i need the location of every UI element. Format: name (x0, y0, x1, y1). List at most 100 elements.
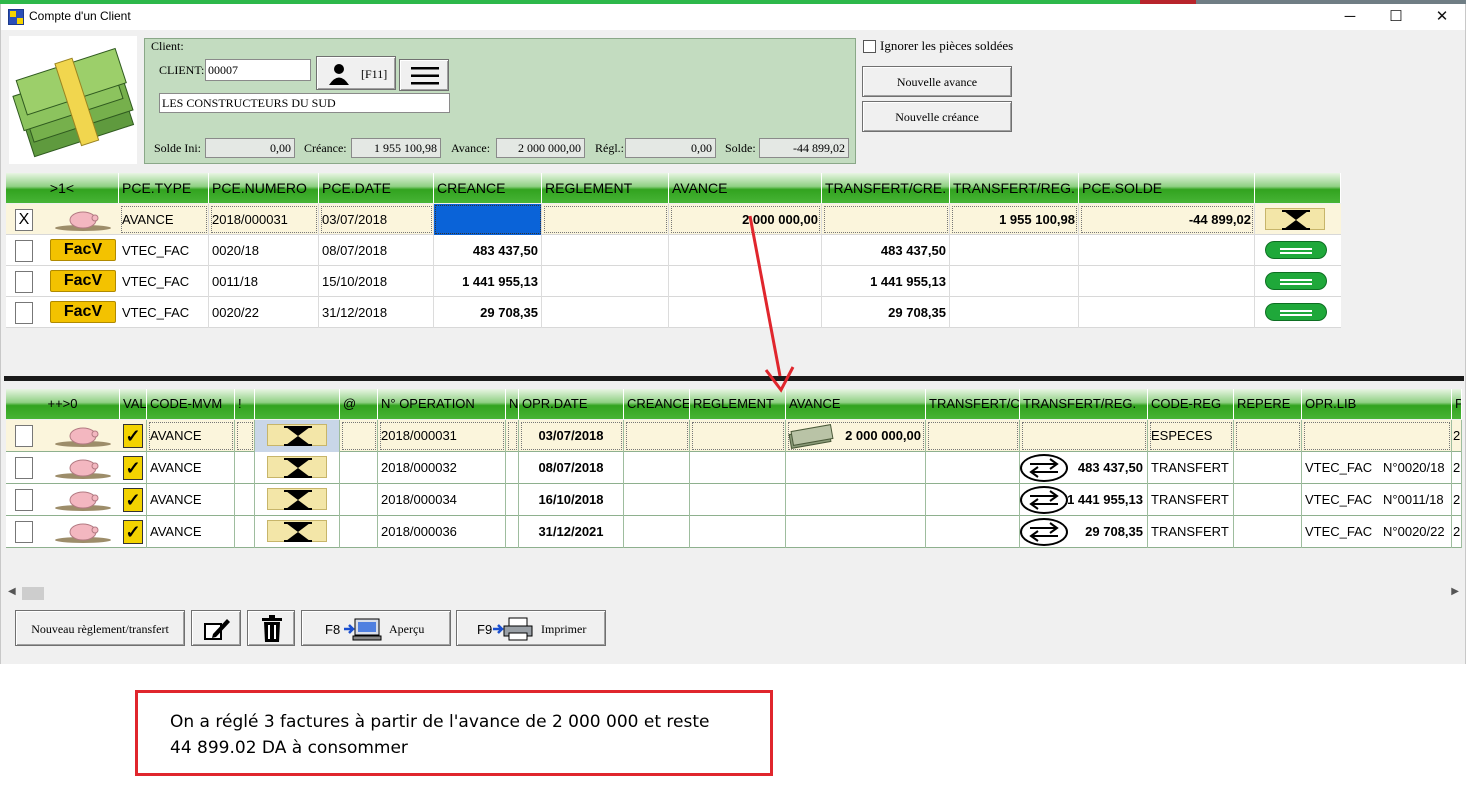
reglement-cell (542, 297, 669, 328)
pieces-row[interactable]: FacV VTEC_FAC 0020/22 31/12/2018 29 708,… (6, 297, 1341, 328)
maximize-button[interactable]: ☐ (1373, 4, 1419, 30)
new-payment-transfer-button[interactable]: Nouveau règlement/transfert (15, 610, 185, 646)
col-pce-numero[interactable]: PCE.NUMERO (209, 173, 319, 203)
creance-total-value: 1 955 100,98 (351, 138, 441, 158)
pieces-row[interactable]: FacV VTEC_FAC 0011/18 15/10/2018 1 441 9… (6, 266, 1341, 297)
col-op-transfert-ci[interactable]: TRANSFERT/CI (926, 389, 1020, 419)
row-select-checkbox[interactable] (15, 521, 33, 543)
col-select[interactable]: >1< (6, 173, 119, 203)
col-n-operation[interactable]: N° OPERATION (378, 389, 506, 419)
delete-button[interactable] (247, 610, 295, 646)
row-select-checkbox[interactable] (15, 425, 33, 447)
col-opr-lib[interactable]: OPR.LIB (1302, 389, 1452, 419)
minimize-button[interactable]: ─ (1327, 4, 1373, 30)
col-repere[interactable]: REPERE (1234, 389, 1302, 419)
pce-date-cell: 15/10/2018 (319, 266, 434, 297)
row-select-checkbox[interactable]: X (15, 209, 33, 231)
op-creance-cell (624, 516, 690, 548)
checkmark-icon: ✓ (123, 456, 143, 480)
checkmark-icon: ✓ (123, 488, 143, 512)
avance-label: Avance: (451, 141, 491, 155)
solde-ini-value: 0,00 (205, 138, 295, 158)
col-op-creance[interactable]: CREANCE (624, 389, 690, 419)
hourglass-icon (1265, 208, 1325, 230)
hourglass-icon (267, 488, 327, 510)
code-mvm-cell: AVANCE (147, 452, 235, 484)
col-flag[interactable]: ! (235, 389, 255, 419)
operation-row[interactable]: ✓ AVANCE 2018/000036 31/12/2021 29 708,3… (6, 516, 1462, 548)
row-select-checkbox[interactable] (15, 271, 33, 293)
creance-cell: 29 708,35 (434, 297, 542, 328)
opr-date-cell: 03/07/2018 (519, 420, 624, 452)
piggy-bank-icon (55, 211, 111, 231)
col-reglement[interactable]: REGLEMENT (542, 173, 669, 203)
horizontal-scrollbar[interactable]: ◀ ▶ (6, 585, 1462, 602)
operations-table-header: ++>0 VAL CODE-MVM ! @ N° OPERATION N OPR… (6, 389, 1462, 419)
row-select-checkbox[interactable] (15, 457, 33, 479)
at-cell (340, 484, 378, 516)
invoice-badge-icon: FacV (50, 301, 116, 323)
col-pce-type[interactable]: PCE.TYPE (119, 173, 209, 203)
scroll-left-icon[interactable]: ◀ (8, 586, 16, 597)
row-select-checkbox[interactable] (15, 489, 33, 511)
col-val[interactable]: VAL (120, 389, 147, 419)
client-lookup-button[interactable]: [F11] (316, 56, 396, 90)
ignore-settled-checkbox[interactable] (863, 40, 876, 53)
op-avance-cell (786, 452, 926, 484)
new-advance-button[interactable]: Nouvelle avance (862, 66, 1012, 97)
operation-row[interactable]: ✓ AVANCE 2018/000032 08/07/2018 483 437,… (6, 452, 1462, 484)
pieces-row[interactable]: FacV VTEC_FAC 0020/18 08/07/2018 483 437… (6, 235, 1341, 266)
piggy-bank-icon (55, 523, 111, 543)
op-transfert-ci-cell (926, 420, 1020, 452)
col-at[interactable]: @ (340, 389, 378, 419)
col-avance[interactable]: AVANCE (669, 173, 822, 203)
val-cell[interactable]: ✓ (120, 452, 147, 484)
solde-label: Solde: (725, 141, 756, 155)
operation-row[interactable]: ✓ AVANCE 2018/000031 03/07/2018 2 000 00… (6, 420, 1462, 452)
trash-icon (262, 615, 282, 642)
status-cell (255, 484, 340, 516)
close-button[interactable]: ✕ (1419, 4, 1465, 30)
pieces-row[interactable]: X AVANCE 2018/000031 03/07/2018 2 000 00… (6, 204, 1341, 235)
col-pce-date[interactable]: PCE.DATE (319, 173, 434, 203)
val-cell[interactable]: ✓ (120, 420, 147, 452)
n-cell (506, 452, 519, 484)
col-op-transfert-reg[interactable]: TRANSFERT/REG. (1020, 389, 1148, 419)
preview-button[interactable]: F8 Aperçu (301, 610, 451, 646)
edit-button[interactable] (191, 610, 241, 646)
col-opr-date[interactable]: OPR.DATE (519, 389, 624, 419)
menu-button[interactable] (399, 59, 449, 91)
transfert-cre-cell: 483 437,50 (822, 235, 950, 266)
pce-numero-cell: 0020/22 (209, 297, 319, 328)
col-transfert-cre[interactable]: TRANSFERT/CRE. (822, 173, 950, 203)
col-n[interactable]: N (506, 389, 519, 419)
panel-splitter[interactable] (4, 376, 1464, 381)
operation-row[interactable]: ✓ AVANCE 2018/000034 16/10/2018 1 441 95… (6, 484, 1462, 516)
new-debt-button[interactable]: Nouvelle créance (862, 101, 1012, 132)
col-pce-solde[interactable]: PCE.SOLDE (1079, 173, 1255, 203)
scrollbar-thumb[interactable] (22, 587, 44, 600)
col-op-select[interactable]: ++>0 (6, 389, 120, 419)
creance-cell-selected[interactable] (434, 204, 542, 235)
code-reg-cell: TRANSFERT (1148, 452, 1234, 484)
col-transfert-reg[interactable]: TRANSFERT/REG. (950, 173, 1079, 203)
scroll-right-icon[interactable]: ▶ (1451, 586, 1459, 597)
col-creance[interactable]: CREANCE (434, 173, 542, 203)
client-group: Client: CLIENT: 00007 [F11] LES CONSTRUC… (144, 38, 856, 164)
row-select-checkbox[interactable] (15, 302, 33, 324)
col-p[interactable]: P (1452, 389, 1462, 419)
pce-date-cell: 03/07/2018 (319, 204, 434, 235)
transfert-reg-cell (950, 297, 1079, 328)
n-operation-cell: 2018/000032 (378, 452, 506, 484)
flag-cell (235, 484, 255, 516)
row-select-checkbox[interactable] (15, 240, 33, 262)
op-transfert-reg-cell (1020, 420, 1148, 452)
val-cell[interactable]: ✓ (120, 484, 147, 516)
col-code-mvm[interactable]: CODE-MVM (147, 389, 235, 419)
annotation-text: On a réglé 3 factures à partir de l'avan… (170, 712, 710, 758)
client-code-input[interactable]: 00007 (205, 59, 311, 81)
pce-type-cell: VTEC_FAC (119, 266, 209, 297)
print-button[interactable]: F9 Imprimer (456, 610, 606, 646)
col-code-reg[interactable]: CODE-REG (1148, 389, 1234, 419)
val-cell[interactable]: ✓ (120, 516, 147, 548)
